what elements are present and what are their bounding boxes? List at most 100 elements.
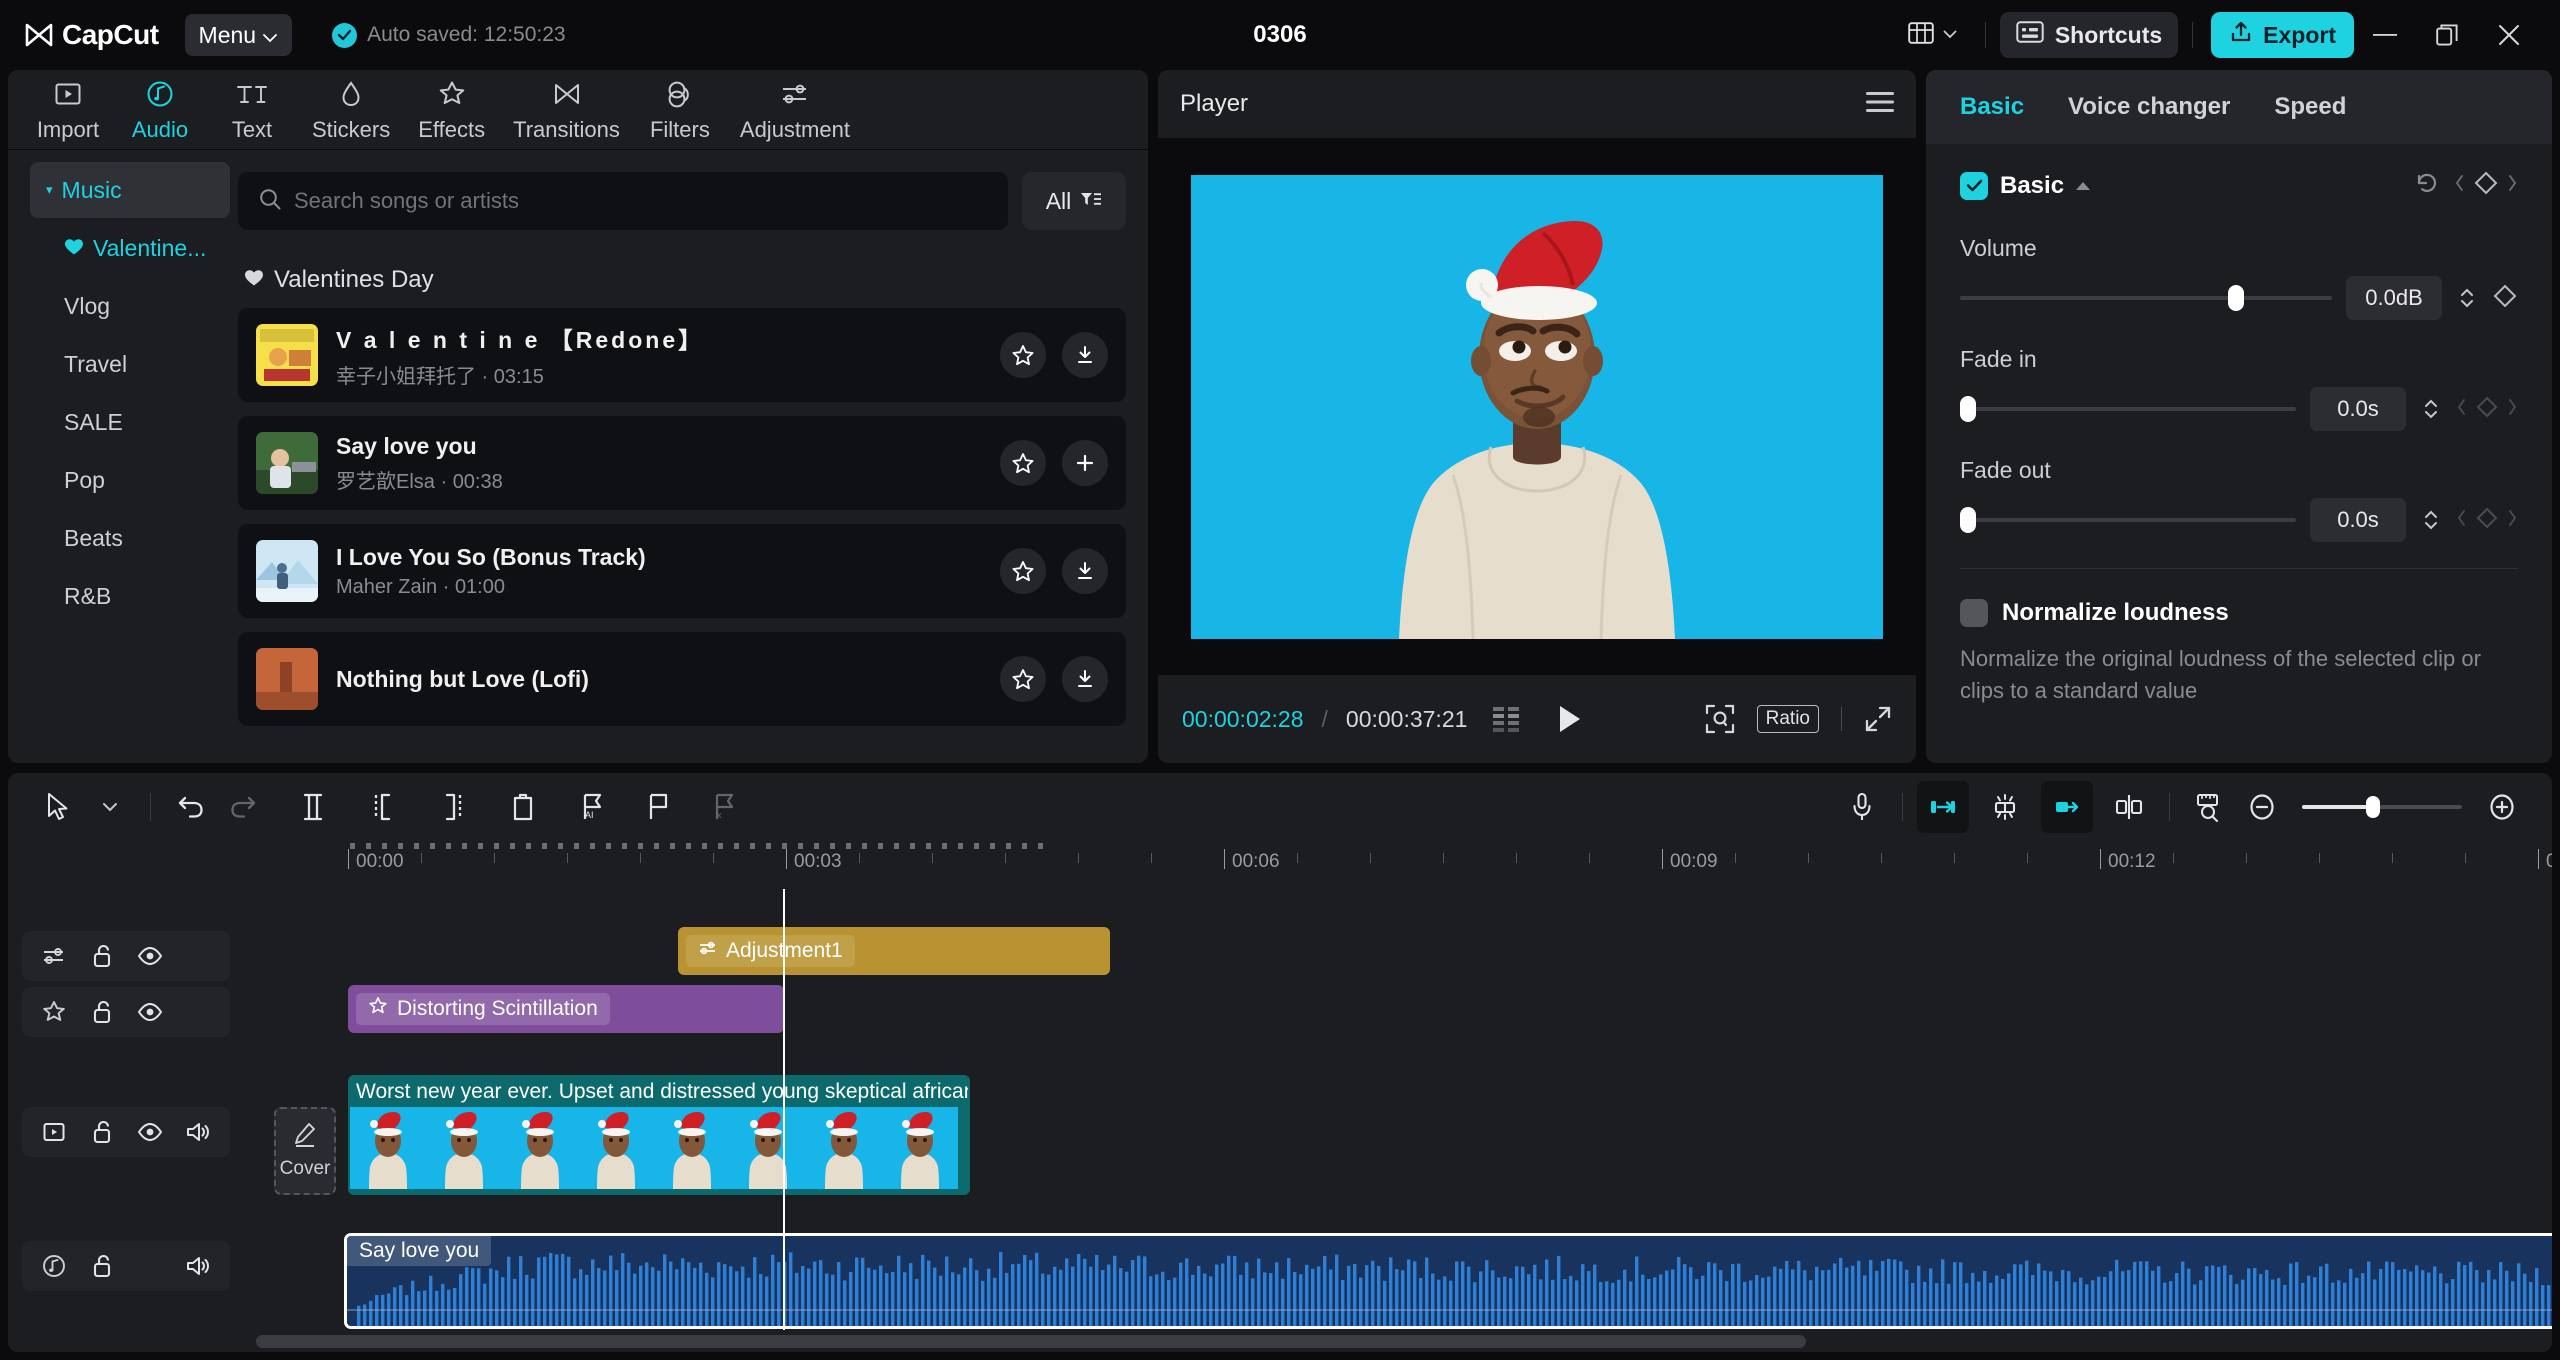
current-time[interactable]: 00:00:02:28 xyxy=(1182,706,1304,733)
category-travel[interactable]: Travel xyxy=(30,336,230,392)
category-rnb[interactable]: R&B xyxy=(30,568,230,624)
volume-icon[interactable] xyxy=(174,1242,222,1290)
export-button[interactable]: Export xyxy=(2211,12,2354,58)
slider-knob[interactable] xyxy=(1960,396,1976,422)
fade-out-slider[interactable] xyxy=(1960,507,2296,533)
playhead[interactable] xyxy=(783,889,785,1330)
trim-right-button[interactable] xyxy=(427,781,479,833)
tab-voice-changer[interactable]: Voice changer xyxy=(2068,93,2230,121)
category-beats[interactable]: Beats xyxy=(30,510,230,566)
clip-video-main[interactable]: Worst new year ever. Upset and distresse… xyxy=(348,1075,970,1195)
fade-in-slider[interactable] xyxy=(1960,396,2296,422)
tab-transitions[interactable]: Transitions xyxy=(499,73,634,147)
magnet-snap-button[interactable] xyxy=(1979,781,2031,833)
tab-speed[interactable]: Speed xyxy=(2274,93,2346,121)
prev-keyframe-button[interactable] xyxy=(2454,174,2465,197)
filter-button[interactable]: All xyxy=(1022,172,1126,230)
layout-switch-button[interactable] xyxy=(1894,13,1971,57)
next-keyframe-button[interactable] xyxy=(2507,398,2518,421)
clip-audio-say-love-you[interactable]: Say love you xyxy=(344,1233,2552,1329)
eye-icon[interactable] xyxy=(126,932,174,980)
zoom-out-button[interactable] xyxy=(2236,781,2288,833)
ratio-button[interactable]: Ratio xyxy=(1756,705,1819,733)
category-valentines[interactable]: Valentine... xyxy=(30,220,230,276)
fade-out-stepper[interactable] xyxy=(2420,509,2442,531)
timeline-zoom-slider[interactable] xyxy=(2302,795,2462,819)
tab-adjustment[interactable]: Adjustment xyxy=(726,73,864,147)
download-button[interactable] xyxy=(1062,548,1108,594)
maximize-button[interactable] xyxy=(2416,4,2478,66)
eye-icon[interactable] xyxy=(126,1108,174,1156)
trim-left-button[interactable] xyxy=(357,781,409,833)
shortcuts-button[interactable]: Shortcuts xyxy=(1999,12,2179,58)
favorite-button[interactable] xyxy=(1000,656,1046,702)
song-row[interactable]: V a l e n t i n e 【Redone】 幸子小姐拜托了 · 03:… xyxy=(238,308,1126,402)
redo-button[interactable] xyxy=(217,781,269,833)
unlock-icon[interactable] xyxy=(78,988,126,1036)
song-row[interactable]: I Love You So (Bonus Track) Maher Zain ·… xyxy=(238,524,1126,618)
search-input[interactable] xyxy=(294,188,988,214)
remove-marker-button[interactable]: x xyxy=(699,781,751,833)
tab-filters[interactable]: Filters xyxy=(634,73,726,147)
tab-text[interactable]: Text xyxy=(206,73,298,147)
add-to-timeline-button[interactable] xyxy=(1062,440,1108,486)
clip-distorting-scintillation[interactable]: Distorting Scintillation xyxy=(348,985,784,1033)
link-clips-button[interactable] xyxy=(2041,781,2093,833)
keyframe-diamond-icon[interactable] xyxy=(2492,283,2518,314)
zoom-fit-icon[interactable] xyxy=(1705,704,1735,734)
split-button[interactable] xyxy=(287,781,339,833)
detach-audio-button[interactable] xyxy=(2103,781,2155,833)
unlock-icon[interactable] xyxy=(78,1242,126,1290)
record-voiceover-button[interactable] xyxy=(1836,781,1888,833)
fit-timeline-button[interactable] xyxy=(2184,781,2236,833)
keyframe-diamond-icon[interactable] xyxy=(2473,170,2499,201)
zoom-in-button[interactable] xyxy=(2476,781,2528,833)
ruler-body[interactable]: 00:00 00:03 00:06 00:09 00:12 0 xyxy=(256,841,2552,889)
volume-icon[interactable] xyxy=(174,1108,222,1156)
ai-marker-button[interactable]: AI xyxy=(567,781,619,833)
category-music[interactable]: ▾ Music xyxy=(30,162,230,218)
slider-knob[interactable] xyxy=(2227,285,2244,311)
cover-button[interactable]: Cover xyxy=(274,1107,336,1195)
fullscreen-icon[interactable] xyxy=(1864,705,1892,733)
tab-import[interactable]: Import xyxy=(22,73,114,147)
timeline-ruler[interactable]: 00:00 00:03 00:06 00:09 00:12 0 xyxy=(8,841,2552,889)
unlock-icon[interactable] xyxy=(78,932,126,980)
frames-icon[interactable] xyxy=(1493,706,1521,732)
favorite-button[interactable] xyxy=(1000,548,1046,594)
basic-enable-checkbox[interactable] xyxy=(1960,171,1988,200)
fade-in-value[interactable]: 0.0s xyxy=(2310,387,2406,431)
video-preview-area[interactable] xyxy=(1158,138,1916,675)
timeline-horizontal-scrollbar[interactable] xyxy=(8,1330,2552,1352)
category-pop[interactable]: Pop xyxy=(30,452,230,508)
tab-effects[interactable]: Effects xyxy=(404,73,499,147)
unlock-icon[interactable] xyxy=(78,1108,126,1156)
chevron-up-icon[interactable] xyxy=(2076,181,2091,190)
select-cursor-tool[interactable] xyxy=(32,781,84,833)
zoom-slider-knob[interactable] xyxy=(2366,796,2380,818)
song-row[interactable]: Say love you 罗艺歆Elsa · 00:38 xyxy=(238,416,1126,510)
tab-basic[interactable]: Basic xyxy=(1960,93,2024,121)
favorite-button[interactable] xyxy=(1000,440,1046,486)
menu-button[interactable]: Menu xyxy=(184,14,293,56)
volume-value[interactable]: 0.0dB xyxy=(2346,276,2442,320)
reset-icon[interactable] xyxy=(2414,170,2440,201)
clip-adjustment1[interactable]: Adjustment1 xyxy=(678,927,1110,975)
delete-button[interactable] xyxy=(497,781,549,833)
eye-icon[interactable] xyxy=(126,988,174,1036)
keyframe-diamond-icon[interactable] xyxy=(2475,395,2499,424)
scrollbar-thumb[interactable] xyxy=(256,1334,1806,1348)
hamburger-icon[interactable] xyxy=(1866,91,1894,118)
prev-keyframe-button[interactable] xyxy=(2456,509,2467,532)
tab-stickers[interactable]: Stickers xyxy=(298,73,404,147)
slider-knob[interactable] xyxy=(1960,507,1976,533)
favorite-button[interactable] xyxy=(1000,332,1046,378)
next-keyframe-button[interactable] xyxy=(2507,509,2518,532)
category-vlog[interactable]: Vlog xyxy=(30,278,230,334)
volume-stepper[interactable] xyxy=(2456,287,2478,309)
normalize-loudness-row[interactable]: Normalize loudness xyxy=(1960,599,2518,627)
marker-button[interactable] xyxy=(633,781,685,833)
tab-audio[interactable]: Audio xyxy=(114,73,206,147)
minimize-button[interactable] xyxy=(2354,4,2416,66)
play-button[interactable] xyxy=(1557,704,1583,734)
